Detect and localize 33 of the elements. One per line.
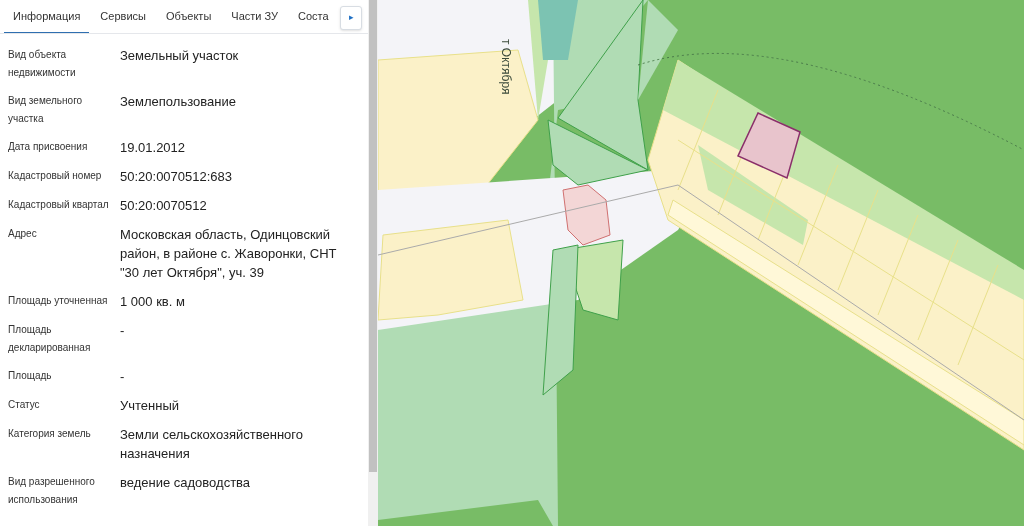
property-label: Площадь [7,369,53,383]
property-value: Земельный участок [120,47,240,65]
tab[interactable]: Части ЗУ [222,0,287,33]
property-label: Вид земельного участка [7,94,84,126]
map-drawing[interactable] [378,0,1024,526]
property-label: Площадь уточненная [7,294,109,308]
street-label: т Октября [498,39,514,95]
property-value: Земли сельскохозяйственного назначения [120,426,304,463]
property-label: Статус [7,398,41,412]
property-label: Категория земель [7,427,92,441]
property-label: Вид разрешенного использования [7,475,96,507]
property-label: Площадь декларированная [7,323,92,355]
property-value: 1 000 кв. м [120,293,186,311]
property-value: 50:20:0070512 [120,197,208,215]
property-value: ведение садоводства [120,474,252,492]
property-value: Землепользование [120,93,237,111]
property-label: Дата присвоения [7,140,89,154]
property-label: Кадастровый квартал [7,198,110,212]
tab[interactable]: Сервисы [91,0,155,33]
property-value: Учтенный [120,397,181,415]
property-value: - [120,368,126,386]
tab[interactable]: Информация [4,0,90,33]
property-label: Кадастровый номер [7,169,103,183]
property-label: Вид объекта недвижимости [7,48,77,80]
tab-scroll-button[interactable]: ▸ [340,6,362,30]
property-value: Московская область, Одинцовский район, в районе с. Жаворонки, СНТ "30 лет Октября", уч. 39 [120,226,338,282]
property-value: - [120,322,126,340]
property-value: 50:20:0070512:683 [120,168,234,186]
tab[interactable]: Объекты [156,0,221,33]
tab[interactable]: Соста [289,0,338,33]
property-label: Адрес [7,227,38,241]
scrollbar-thumb[interactable] [369,0,377,472]
property-value: 19.01.2012 [120,139,187,157]
